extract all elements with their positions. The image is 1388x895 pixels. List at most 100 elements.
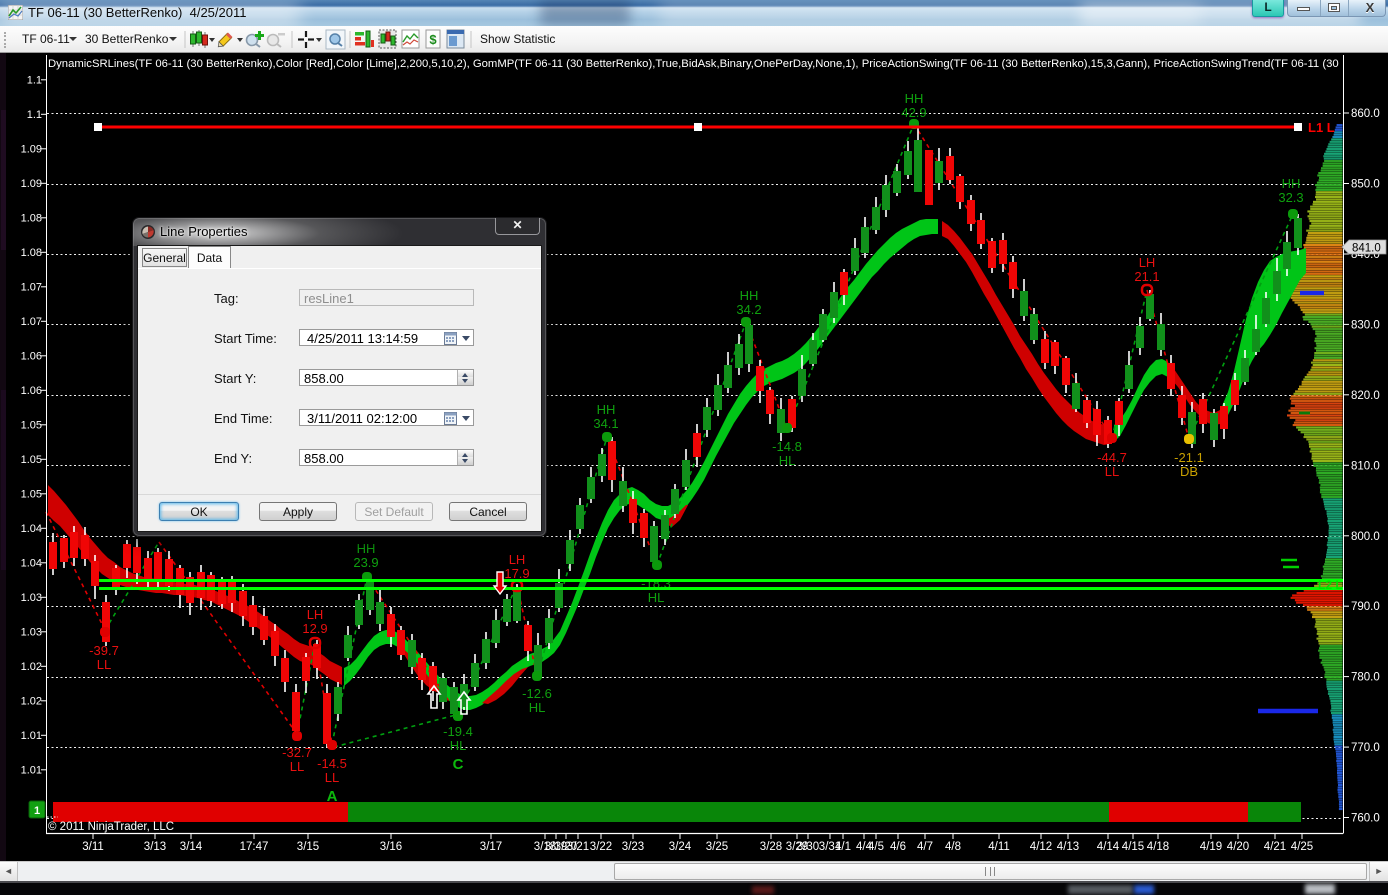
svg-text:4/1: 4/1 bbox=[835, 841, 851, 853]
svg-text:LH: LH bbox=[1139, 255, 1156, 270]
svg-text:1.1: 1.1 bbox=[27, 109, 42, 121]
svg-text:17:47: 17:47 bbox=[240, 841, 269, 853]
svg-text:4/21: 4/21 bbox=[1264, 841, 1286, 853]
svg-text:3/13: 3/13 bbox=[144, 841, 166, 853]
svg-text:790.0: 790.0 bbox=[1351, 601, 1380, 613]
svg-text:780.0: 780.0 bbox=[1351, 672, 1380, 684]
svg-text:-32.7: -32.7 bbox=[282, 745, 312, 760]
svg-text:1.03: 1.03 bbox=[21, 592, 42, 604]
svg-text:32.3: 32.3 bbox=[1278, 190, 1303, 205]
svg-text:1.01: 1.01 bbox=[21, 730, 42, 742]
svg-text:1.05: 1.05 bbox=[21, 454, 42, 466]
svg-text:HH: HH bbox=[597, 402, 616, 417]
svg-text:LL: LL bbox=[1105, 464, 1119, 479]
svg-text:4/11: 4/11 bbox=[988, 841, 1010, 853]
svg-text:4/6: 4/6 bbox=[890, 841, 906, 853]
svg-text:810.0: 810.0 bbox=[1351, 460, 1380, 472]
svg-text:3/17: 3/17 bbox=[480, 841, 502, 853]
svg-text:1.02: 1.02 bbox=[21, 661, 42, 673]
svg-text:1.08: 1.08 bbox=[21, 212, 42, 224]
svg-text:3/16: 3/16 bbox=[380, 841, 402, 853]
svg-text:4/20: 4/20 bbox=[1227, 841, 1249, 853]
svg-text:LL: LL bbox=[325, 770, 339, 785]
svg-text:LL: LL bbox=[290, 759, 304, 774]
svg-text:3/21: 3/21 bbox=[567, 841, 589, 853]
svg-text:3/28: 3/28 bbox=[760, 841, 782, 853]
svg-text:1: 1 bbox=[34, 805, 40, 817]
svg-text:HH: HH bbox=[357, 541, 376, 556]
svg-text:4/25: 4/25 bbox=[1291, 841, 1313, 853]
svg-text:3/25: 3/25 bbox=[706, 841, 728, 853]
svg-text:3/22: 3/22 bbox=[590, 841, 612, 853]
svg-text:LL: LL bbox=[97, 657, 111, 672]
svg-text:1.09: 1.09 bbox=[21, 143, 42, 155]
svg-text:4/18: 4/18 bbox=[1147, 841, 1169, 853]
svg-text:3/15: 3/15 bbox=[297, 841, 319, 853]
svg-text:-14.5: -14.5 bbox=[317, 756, 347, 771]
svg-text:HH: HH bbox=[740, 288, 759, 303]
svg-text:3/24: 3/24 bbox=[669, 841, 692, 853]
svg-text:DynamicSRLines(TF 06-11 (30 Be: DynamicSRLines(TF 06-11 (30 BetterRenko)… bbox=[48, 58, 1388, 70]
svg-text:L1 L: L1 L bbox=[1308, 120, 1335, 135]
svg-text:830.0: 830.0 bbox=[1351, 319, 1380, 331]
svg-text:1.01: 1.01 bbox=[21, 764, 42, 776]
svg-text:1.04: 1.04 bbox=[21, 557, 42, 569]
svg-text:1.08: 1.08 bbox=[21, 247, 42, 259]
svg-text:841.0: 841.0 bbox=[1352, 243, 1381, 255]
svg-text:HL: HL bbox=[779, 453, 796, 468]
svg-text:-12.6: -12.6 bbox=[522, 686, 552, 701]
svg-text:$: $ bbox=[429, 32, 437, 47]
svg-text:1.06: 1.06 bbox=[21, 385, 42, 397]
svg-text:23.9: 23.9 bbox=[353, 555, 378, 570]
svg-text:4/5: 4/5 bbox=[868, 841, 884, 853]
svg-text:1.05: 1.05 bbox=[21, 419, 42, 431]
svg-text:12.9: 12.9 bbox=[302, 621, 327, 636]
svg-text:-39.7: -39.7 bbox=[89, 643, 119, 658]
svg-text:760.0: 760.0 bbox=[1351, 813, 1380, 825]
svg-text:-44.7: -44.7 bbox=[1097, 450, 1127, 465]
svg-text:42.9: 42.9 bbox=[901, 105, 926, 120]
svg-text:4/14: 4/14 bbox=[1097, 841, 1120, 853]
svg-text:3/23: 3/23 bbox=[622, 841, 644, 853]
svg-text:HL: HL bbox=[648, 590, 665, 605]
svg-text:21.1: 21.1 bbox=[1134, 269, 1159, 284]
svg-text:HL: HL bbox=[450, 738, 467, 753]
svg-text:LH: LH bbox=[307, 607, 324, 622]
svg-text:17.9: 17.9 bbox=[504, 566, 529, 581]
svg-text:4/13: 4/13 bbox=[1057, 841, 1079, 853]
svg-text:HL: HL bbox=[529, 700, 546, 715]
svg-text:-21.1: -21.1 bbox=[1174, 450, 1204, 465]
svg-text:4/12: 4/12 bbox=[1030, 841, 1052, 853]
svg-text:1.06: 1.06 bbox=[21, 350, 42, 362]
svg-text:860.0: 860.0 bbox=[1351, 108, 1380, 120]
svg-text:A: A bbox=[327, 788, 338, 805]
svg-text:© 2011 NinjaTrader, LLC: © 2011 NinjaTrader, LLC bbox=[48, 821, 174, 833]
svg-text:-19.4: -19.4 bbox=[443, 724, 473, 739]
svg-text:1.02: 1.02 bbox=[21, 695, 42, 707]
svg-text:C: C bbox=[453, 756, 464, 773]
svg-text:1.09: 1.09 bbox=[21, 178, 42, 190]
svg-text:1.05: 1.05 bbox=[21, 488, 42, 500]
svg-text:1.03: 1.03 bbox=[21, 626, 42, 638]
svg-text:4/8: 4/8 bbox=[945, 841, 961, 853]
svg-text:34.1: 34.1 bbox=[593, 416, 618, 431]
svg-text:1.1: 1.1 bbox=[27, 74, 42, 86]
svg-text:HH: HH bbox=[905, 91, 924, 106]
svg-text:3/14: 3/14 bbox=[180, 841, 203, 853]
svg-text:HH: HH bbox=[1282, 176, 1301, 191]
svg-text:4/19: 4/19 bbox=[1200, 841, 1222, 853]
svg-text:770.0: 770.0 bbox=[1351, 742, 1380, 754]
svg-text:4/15: 4/15 bbox=[1122, 841, 1144, 853]
svg-text:-14.8: -14.8 bbox=[772, 439, 802, 454]
svg-text:L2 L: L2 L bbox=[1318, 578, 1343, 592]
svg-text:3/30: 3/30 bbox=[797, 841, 819, 853]
svg-text:1.07: 1.07 bbox=[21, 316, 42, 328]
svg-text:LH: LH bbox=[509, 552, 526, 567]
svg-text:34.2: 34.2 bbox=[736, 302, 761, 317]
svg-text:820.0: 820.0 bbox=[1351, 390, 1380, 402]
svg-text:DB: DB bbox=[1180, 464, 1198, 479]
svg-text:1.07: 1.07 bbox=[21, 281, 42, 293]
svg-text:4/7: 4/7 bbox=[917, 841, 933, 853]
svg-text:800.0: 800.0 bbox=[1351, 531, 1380, 543]
svg-text:1.04: 1.04 bbox=[21, 523, 42, 535]
